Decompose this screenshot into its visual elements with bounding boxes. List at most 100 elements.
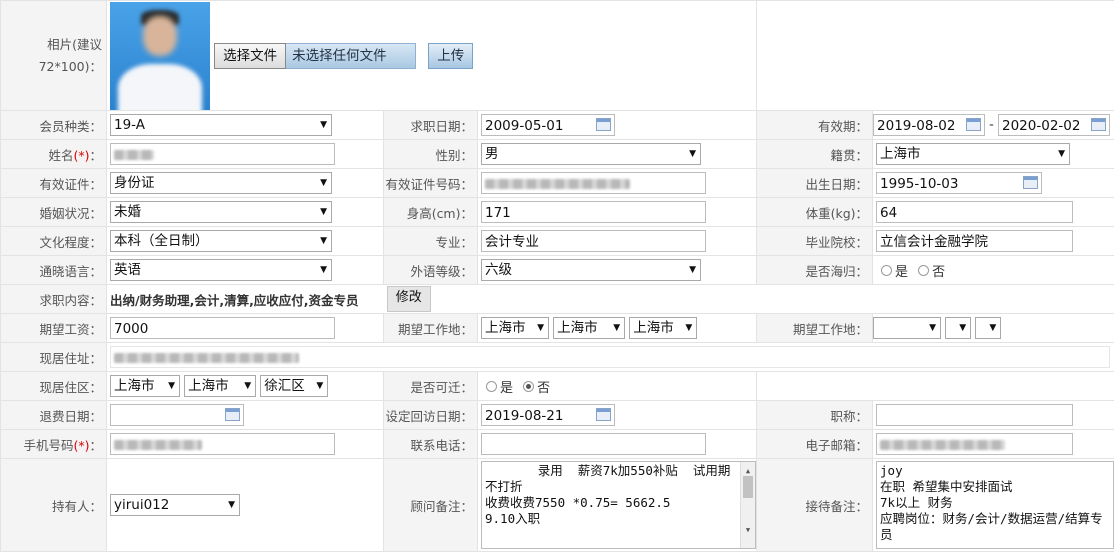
lang-level-select[interactable]: 六级 ▼ [481, 259, 701, 281]
title-rank-input[interactable] [876, 404, 1074, 426]
district-province-select[interactable]: 上海市 ▼ [110, 375, 180, 397]
refund-date-label: 退费日期： [0, 400, 107, 430]
upload-button[interactable]: 上传 [428, 42, 474, 69]
scroll-thumb[interactable] [743, 476, 753, 498]
chevron-down-icon: ▼ [168, 381, 175, 391]
work2-district-select[interactable]: ▼ [975, 317, 1002, 339]
job-content-value: 出纳/财务助理,会计,清算,应收应付,资金专员 [110, 292, 359, 308]
required-mark: (*) [73, 437, 90, 453]
reception-note-textarea[interactable]: joy 在职 希望集中安排面试 7k以上 财务 应聘岗位：财务/会计/数据运营/… [876, 461, 1114, 549]
work-district-select[interactable]: 上海市 ▼ [629, 317, 698, 339]
relocate-label: 是否可迁： [383, 371, 478, 401]
native-place-select[interactable]: 上海市 ▼ [876, 143, 1071, 165]
education-label: 文化程度： [0, 226, 107, 256]
district-label: 现居住区： [0, 371, 107, 401]
validity-to-input[interactable]: 2020-02-02 [998, 114, 1110, 136]
district-area-select[interactable]: 徐汇区 ▼ [260, 375, 329, 397]
member-photo [110, 1, 210, 110]
holder-select[interactable]: yirui012 ▼ [110, 494, 240, 516]
id-type-label: 有效证件： [0, 168, 107, 198]
major-label: 专业： [383, 226, 478, 256]
chevron-down-icon: ▼ [320, 120, 327, 130]
overseas-yes-label: 是 [895, 264, 909, 280]
overseas-yes-radio[interactable] [881, 264, 893, 276]
chevron-down-icon: ▼ [929, 323, 937, 333]
mobile-input[interactable] [110, 433, 335, 455]
email-input[interactable] [876, 433, 1074, 455]
job-date-input[interactable]: 2009-05-01 [481, 114, 615, 136]
calendar-icon[interactable] [596, 408, 611, 421]
relocate-no-radio[interactable] [523, 380, 535, 392]
overseas-no-label: 否 [932, 264, 946, 280]
chevron-down-icon: ▼ [689, 265, 696, 275]
redacted-value [485, 179, 630, 189]
choose-file-button[interactable]: 选择文件 [214, 42, 287, 69]
job-content-label: 求职内容： [0, 284, 107, 314]
district-city-value: 上海市 [188, 378, 229, 394]
work-city-select[interactable]: 上海市 ▼ [553, 317, 626, 339]
work2-province-select[interactable]: ▼ [873, 317, 942, 339]
id-number-input[interactable] [481, 172, 706, 194]
height-label: 身高(cm)： [383, 197, 478, 227]
scrollbar[interactable]: ▲ ▼ [740, 462, 755, 548]
id-type-select[interactable]: 身份证 ▼ [110, 172, 332, 194]
language-value: 英语 [114, 262, 141, 278]
relocate-yes-radio[interactable] [486, 380, 497, 392]
birth-date-value: 1995-10-03 [880, 176, 959, 192]
district-city-select[interactable]: 上海市 ▼ [184, 375, 257, 397]
chevron-down-icon: ▼ [989, 323, 997, 333]
work2-city-select[interactable]: ▼ [945, 317, 972, 339]
major-input[interactable]: 会计专业 [481, 230, 706, 252]
overseas-label: 是否海归： [756, 255, 874, 285]
revisit-date-input[interactable]: 2019-08-21 [481, 404, 615, 426]
id-type-value: 身份证 [114, 175, 155, 191]
colon: ： [89, 437, 102, 453]
chevron-down-icon: ▼ [244, 381, 252, 391]
mobile-label: 手机号码(*)： [0, 429, 107, 459]
member-type-select[interactable]: 19-A ▼ [110, 114, 332, 136]
photo-label-text: 相片(建议72*100)： [38, 36, 102, 74]
relocate-yes-label: 是 [500, 380, 514, 396]
chevron-down-icon: ▼ [613, 323, 621, 333]
calendar-icon[interactable] [1023, 176, 1039, 189]
birth-date-input[interactable]: 1995-10-03 [876, 172, 1043, 194]
scroll-down-icon[interactable]: ▼ [741, 522, 755, 538]
school-input[interactable]: 立信会计金融学院 [876, 230, 1074, 252]
education-select[interactable]: 本科（全日制） ▼ [110, 230, 332, 252]
work-province-select[interactable]: 上海市 ▼ [481, 317, 549, 339]
calendar-icon[interactable] [966, 118, 982, 131]
refund-date-input[interactable] [110, 404, 244, 426]
phone-input[interactable] [481, 433, 706, 455]
calendar-icon[interactable] [1091, 118, 1106, 131]
gender-select[interactable]: 男 ▼ [481, 143, 701, 165]
name-input[interactable] [110, 143, 335, 165]
chevron-down-icon: ▼ [320, 178, 327, 188]
revisit-date-value: 2019-08-21 [485, 408, 564, 424]
reception-note-label: 接待备注： [756, 458, 874, 552]
overseas-no-radio[interactable] [918, 264, 930, 276]
work-place-label: 期望工作地： [383, 313, 478, 343]
chevron-down-icon: ▼ [537, 323, 544, 333]
validity-from-value: 2019-08-02 [877, 118, 956, 134]
calendar-icon[interactable] [225, 408, 240, 421]
marital-select[interactable]: 未婚 ▼ [110, 201, 332, 223]
chevron-down-icon: ▼ [685, 323, 693, 333]
chevron-down-icon: ▼ [689, 149, 696, 159]
language-select[interactable]: 英语 ▼ [110, 259, 332, 281]
work-province-value: 上海市 [485, 320, 526, 336]
weight-input[interactable]: 64 [876, 201, 1074, 223]
marital-value: 未婚 [114, 204, 141, 220]
birth-date-label: 出生日期： [756, 168, 874, 198]
validity-from-input[interactable]: 2019-08-02 [873, 114, 986, 136]
empty-cell [756, 371, 1114, 401]
chevron-down-icon: ▼ [316, 381, 324, 391]
address-input[interactable] [110, 346, 1110, 368]
reception-note-text: joy 在职 希望集中安排面试 7k以上 财务 应聘岗位：财务/会计/数据运营/… [880, 463, 1103, 542]
calendar-icon[interactable] [596, 118, 611, 131]
redacted-value [114, 440, 202, 450]
edit-job-content-button[interactable]: 修改 [386, 286, 431, 312]
member-type-label: 会员种类： [0, 110, 107, 140]
advisor-note-textarea[interactable]: 录用 薪资7k加550补贴 试用期不打折 收费收费7550 *0.75= 566… [481, 461, 756, 549]
salary-input[interactable]: 7000 [110, 317, 335, 339]
height-input[interactable]: 171 [481, 201, 706, 223]
